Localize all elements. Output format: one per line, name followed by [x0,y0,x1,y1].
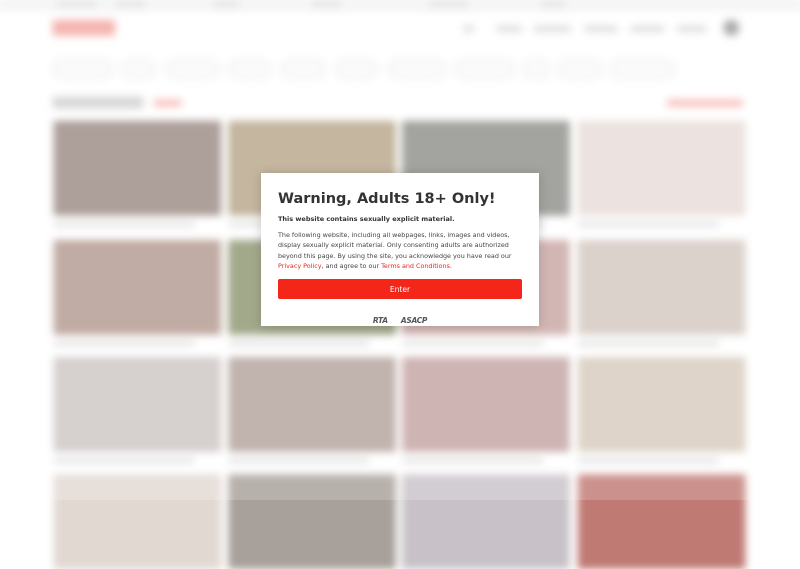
body-text-part: . [449,262,452,271]
terms-and-conditions-link[interactable]: Terms and Conditions [381,262,450,270]
rating-logos: RTA ASACP [261,308,539,327]
rta-logo: RTA [372,316,388,325]
privacy-policy-link[interactable]: Privacy Policy [278,262,322,270]
asacp-logo: ASACP [400,316,428,325]
modal-body-text: The following website, including all web… [278,230,524,272]
age-verification-modal: Warning, Adults 18+ Only! This website c… [261,173,539,326]
body-text-part: , and agree to our [321,262,382,271]
enter-button[interactable]: Enter [278,279,522,299]
modal-title: Warning, Adults 18+ Only! [278,191,496,207]
body-text-part: The following website, including all web… [278,231,512,260]
modal-subtitle: This website contains sexually explicit … [278,215,455,223]
